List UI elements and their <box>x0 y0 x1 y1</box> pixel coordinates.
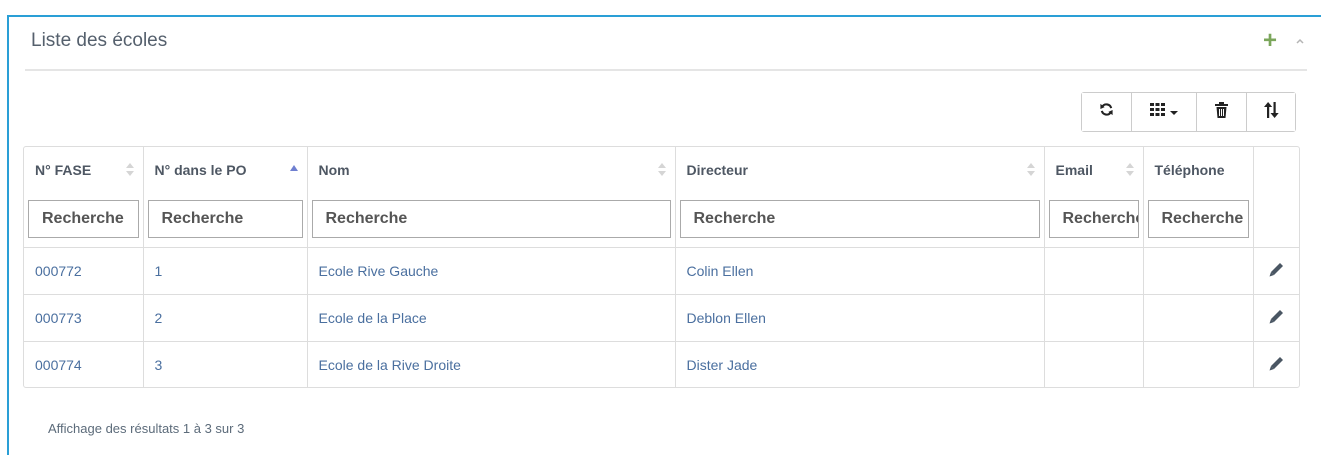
delete-button[interactable] <box>1197 93 1247 131</box>
table-row[interactable]: 000773 2 Ecole de la Place Deblon Ellen <box>24 294 1299 341</box>
cell-nom: Ecole de la Place <box>307 294 676 341</box>
refresh-icon <box>1099 102 1114 122</box>
column-header-nom[interactable]: Nom <box>307 147 676 247</box>
pencil-icon[interactable] <box>1269 309 1284 327</box>
pagination-info: Affichage des résultats 1 à 3 sur 3 <box>48 421 245 436</box>
column-label: Téléphone <box>1154 162 1225 178</box>
cell-actions <box>1253 247 1299 294</box>
refresh-button[interactable] <box>1082 93 1132 131</box>
cell-nom: Ecole Rive Gauche <box>307 247 676 294</box>
columns-dropdown-button[interactable] <box>1132 93 1197 131</box>
pencil-icon[interactable] <box>1269 262 1284 280</box>
filter-input-po[interactable] <box>147 200 303 238</box>
cell-po: 2 <box>143 294 308 341</box>
cell-telephone <box>1143 294 1254 341</box>
column-header-telephone[interactable]: Téléphone <box>1143 147 1254 247</box>
cell-telephone <box>1143 247 1254 294</box>
cell-directeur: Deblon Ellen <box>675 294 1045 341</box>
column-header-actions <box>1253 147 1299 247</box>
column-header-email[interactable]: Email <box>1044 147 1144 247</box>
grid-icon <box>1150 103 1165 121</box>
cell-telephone <box>1143 341 1254 387</box>
filter-input-fase[interactable] <box>28 200 139 238</box>
cell-actions <box>1253 294 1299 341</box>
column-header-po[interactable]: N° dans le PO <box>143 147 308 247</box>
column-label: Directeur <box>686 162 748 178</box>
sort-icon <box>1263 101 1279 123</box>
cell-nom: Ecole de la Rive Droite <box>307 341 676 387</box>
column-label: Nom <box>318 162 350 178</box>
cell-fase: 000772 <box>24 247 144 294</box>
filter-input-email[interactable] <box>1048 200 1139 238</box>
panel-title: Liste des écoles <box>31 30 168 51</box>
cell-directeur: Dister Jade <box>675 341 1045 387</box>
sort-both-icon <box>657 163 666 177</box>
cell-email <box>1044 247 1144 294</box>
chevron-up-icon[interactable] <box>1295 29 1305 53</box>
cell-po: 1 <box>143 247 308 294</box>
caret-down-icon <box>1170 111 1178 115</box>
cell-actions <box>1253 341 1299 387</box>
column-header-directeur[interactable]: Directeur <box>675 147 1045 247</box>
trash-icon <box>1215 101 1228 123</box>
table-row[interactable]: 000772 1 Ecole Rive Gauche Colin Ellen <box>24 247 1299 294</box>
panel-tools: + <box>1263 29 1305 53</box>
filter-input-telephone[interactable] <box>1147 200 1249 238</box>
sort-both-icon <box>1026 163 1035 177</box>
column-label: N° dans le PO <box>154 162 247 178</box>
cell-email <box>1044 294 1144 341</box>
sort-asc-icon <box>289 163 298 177</box>
filter-input-nom[interactable] <box>311 200 671 238</box>
sort-both-icon <box>1125 163 1134 177</box>
schools-table: N° FASE N° dans le PO Nom Directeur <box>23 146 1300 388</box>
sort-both-icon <box>125 163 134 177</box>
filter-input-directeur[interactable] <box>679 200 1040 238</box>
table-toolbar <box>1081 92 1296 132</box>
pencil-icon[interactable] <box>1269 356 1284 374</box>
cell-fase: 000773 <box>24 294 144 341</box>
sort-button[interactable] <box>1247 93 1295 131</box>
cell-fase: 000774 <box>24 341 144 387</box>
cell-directeur: Colin Ellen <box>675 247 1045 294</box>
column-header-fase[interactable]: N° FASE <box>24 147 144 247</box>
table-row[interactable]: 000774 3 Ecole de la Rive Droite Dister … <box>24 341 1299 387</box>
cell-email <box>1044 341 1144 387</box>
cell-po: 3 <box>143 341 308 387</box>
panel-header: Liste des écoles + <box>25 17 1307 71</box>
plus-icon[interactable]: + <box>1263 29 1277 53</box>
